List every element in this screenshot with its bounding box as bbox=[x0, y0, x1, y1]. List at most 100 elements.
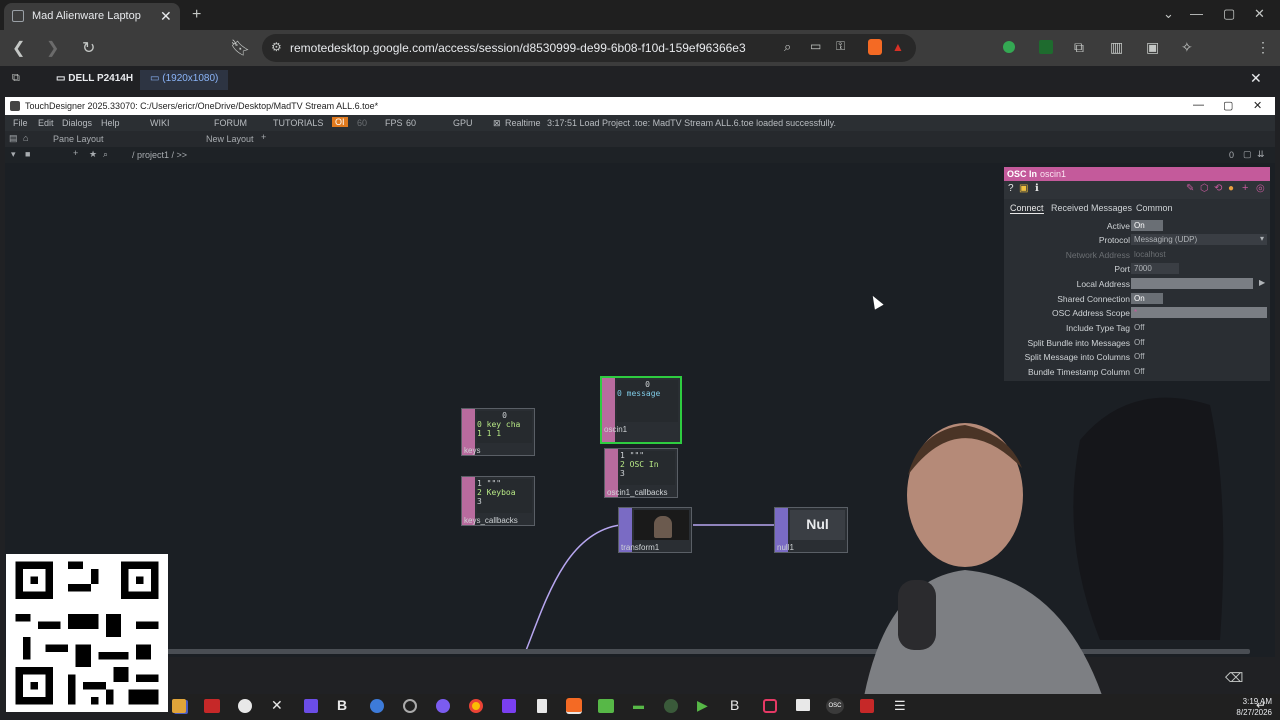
menu-tutorials[interactable]: TUTORIALS bbox=[273, 118, 323, 128]
info-icon[interactable]: ℹ bbox=[1035, 183, 1039, 194]
new-layout-label[interactable]: New Layout bbox=[206, 134, 254, 144]
display-select-dell[interactable]: ▭ DELL P2414H bbox=[48, 70, 141, 90]
help-icon[interactable]: ? bbox=[1008, 183, 1014, 194]
pane-menu-icon[interactable]: ⇊ bbox=[1257, 149, 1265, 160]
zoom-icon[interactable]: ⌕ bbox=[784, 39, 791, 55]
bookmark-icon[interactable]: 🔖︎ bbox=[230, 38, 250, 58]
taskbar-explorer-icon[interactable] bbox=[172, 699, 186, 713]
taskbar-app-purple-icon[interactable] bbox=[436, 699, 450, 713]
tag-icon[interactable]: ⬡ bbox=[1200, 183, 1209, 194]
script-icon[interactable]: ⟲ bbox=[1214, 183, 1222, 194]
param-value-shared-connection[interactable]: On bbox=[1131, 293, 1163, 304]
leo-ai-icon[interactable]: ✧ bbox=[1181, 39, 1193, 56]
taskbar-obs-icon[interactable] bbox=[238, 699, 252, 713]
local-address-menu-icon[interactable]: ▶ bbox=[1259, 278, 1265, 287]
minimize-icon[interactable]: — bbox=[1190, 6, 1203, 21]
param-value-network-address[interactable]: localhost bbox=[1131, 249, 1169, 260]
back-icon[interactable]: ❮ bbox=[12, 38, 25, 58]
path-star-icon[interactable]: ★ bbox=[89, 149, 97, 160]
edit-icon[interactable]: ✎ bbox=[1186, 183, 1194, 194]
extensions-icon[interactable]: ⧉ bbox=[1074, 39, 1084, 56]
tab-received-messages[interactable]: Received Messages bbox=[1051, 203, 1132, 213]
tab-search-icon[interactable]: ⌄ bbox=[1163, 6, 1174, 22]
display-select-resolution[interactable]: ▭ (1920x1080) bbox=[140, 70, 229, 90]
close-window-icon[interactable]: ✕ bbox=[1254, 6, 1265, 22]
taskbar-grid-icon[interactable] bbox=[304, 699, 318, 713]
rd-keyboard-icon[interactable]: ⌫ bbox=[1225, 670, 1243, 686]
td-close-icon[interactable]: ✕ bbox=[1253, 99, 1262, 112]
taskbar-osc-icon[interactable]: OSC bbox=[826, 698, 844, 714]
panel-toggle-icon[interactable]: ⧉ bbox=[12, 72, 20, 85]
add-param-icon[interactable]: + bbox=[1242, 182, 1248, 194]
param-value-osc-address-scope[interactable]: * bbox=[1131, 307, 1267, 318]
pane-maximize-icon[interactable]: ▢ bbox=[1243, 149, 1252, 160]
sidebar-icon[interactable]: ▥ bbox=[1110, 39, 1123, 56]
cast-icon[interactable]: ▭ bbox=[810, 39, 821, 53]
tab-connect[interactable]: Connect bbox=[1010, 203, 1044, 214]
param-value-split-bundle[interactable]: Off bbox=[1131, 337, 1163, 348]
taskbar-terminal-icon[interactable]: ▬ bbox=[633, 700, 644, 712]
menu-file[interactable]: File bbox=[13, 118, 28, 128]
taskbar-app-pink-icon[interactable] bbox=[763, 699, 777, 713]
python-help-icon[interactable]: ▣ bbox=[1019, 183, 1028, 194]
path-search-icon[interactable]: ⌕ bbox=[103, 149, 108, 160]
oi-badge[interactable]: OI bbox=[332, 117, 348, 127]
taskbar-app-red-icon[interactable] bbox=[204, 699, 220, 713]
param-value-port[interactable]: 7000 bbox=[1131, 263, 1179, 274]
protocol-dropdown-icon[interactable]: ▾ bbox=[1260, 234, 1264, 243]
settings-icon[interactable]: ◎ bbox=[1256, 183, 1265, 194]
menu-dialogs[interactable]: Dialogs bbox=[62, 118, 92, 128]
path-stop-icon[interactable]: ■ bbox=[25, 149, 30, 159]
taskbar-app-round-icon[interactable] bbox=[664, 699, 678, 713]
extension-game-icon[interactable] bbox=[1039, 40, 1053, 54]
td-maximize-icon[interactable]: ▢ bbox=[1223, 99, 1233, 112]
maximize-icon[interactable]: ▢ bbox=[1223, 6, 1235, 22]
brave-rewards-icon[interactable]: ▲ bbox=[892, 40, 904, 54]
path-add-icon[interactable]: + bbox=[73, 148, 78, 158]
taskbar-play-icon[interactable]: ▶ bbox=[697, 697, 708, 714]
node-oscin1[interactable]: 0 0 message oscin1 bbox=[600, 376, 682, 444]
taskbar-b2-icon[interactable]: B bbox=[730, 697, 739, 713]
pane-split-icon[interactable]: ▤ bbox=[9, 133, 18, 144]
td-minimize-icon[interactable]: — bbox=[1193, 99, 1204, 111]
taskbar-app-red2-icon[interactable] bbox=[860, 699, 874, 713]
taskbar-circle-icon[interactable] bbox=[403, 699, 417, 713]
pane-layout-label[interactable]: Pane Layout bbox=[53, 134, 104, 144]
extension-green-icon[interactable] bbox=[1003, 41, 1015, 53]
key-icon[interactable]: ⚿ bbox=[836, 39, 845, 54]
realtime-checkbox[interactable]: ⊠ bbox=[493, 118, 501, 129]
forward-icon[interactable]: ❯ bbox=[46, 38, 59, 58]
tab-close-icon[interactable]: ✕ bbox=[160, 8, 172, 25]
taskbar-clock[interactable]: 3:19 AM 8/27/2026 bbox=[1236, 696, 1272, 718]
path-menu-icon[interactable]: ▾ bbox=[11, 149, 16, 160]
pane-home-icon[interactable]: ⌂ bbox=[23, 133, 28, 143]
taskbar-menu-icon[interactable]: ☰ bbox=[894, 698, 906, 714]
taskbar-monitor-icon[interactable] bbox=[796, 699, 810, 711]
menu-help[interactable]: Help bbox=[101, 118, 120, 128]
close-session-icon[interactable]: ✕ bbox=[1250, 70, 1262, 87]
menu-wiki[interactable]: WIKI bbox=[150, 118, 170, 128]
site-info-icon[interactable]: ⚙ bbox=[271, 40, 282, 54]
browser-tab[interactable]: Mad Alienware Laptop ✕ bbox=[4, 3, 180, 30]
taskbar-file-icon[interactable] bbox=[537, 699, 547, 713]
taskbar-b-icon[interactable]: B bbox=[337, 697, 347, 713]
taskbar-x-icon[interactable]: ✕ bbox=[271, 697, 283, 714]
address-bar[interactable]: ⚙ remotedesktop.google.com/access/sessio… bbox=[262, 34, 916, 62]
browser-menu-icon[interactable]: ⋮ bbox=[1256, 39, 1270, 56]
python-icon[interactable]: ● bbox=[1228, 183, 1234, 194]
gpu-label[interactable]: GPU bbox=[453, 118, 473, 128]
add-layout-icon[interactable]: + bbox=[261, 132, 266, 142]
network-path[interactable]: / project1 / >> bbox=[132, 150, 187, 160]
param-value-include-type-tag[interactable]: Off bbox=[1131, 322, 1163, 333]
new-tab-icon[interactable]: + bbox=[192, 6, 201, 24]
node-oscin1-callbacks[interactable]: 1 """ 2 OSC In 3 oscin1_callbacks bbox=[604, 448, 678, 498]
wallet-icon[interactable]: ▣ bbox=[1146, 39, 1159, 56]
brave-shield-icon[interactable] bbox=[868, 39, 882, 55]
menu-edit[interactable]: Edit bbox=[38, 118, 54, 128]
menu-forum[interactable]: FORUM bbox=[214, 118, 247, 128]
taskbar-app-green-icon[interactable] bbox=[598, 699, 614, 713]
node-transform1[interactable]: transform1 bbox=[618, 507, 692, 553]
param-value-active[interactable]: On bbox=[1131, 220, 1163, 231]
taskbar-brave-icon[interactable] bbox=[566, 698, 582, 714]
reload-icon[interactable]: ↻ bbox=[82, 38, 95, 58]
